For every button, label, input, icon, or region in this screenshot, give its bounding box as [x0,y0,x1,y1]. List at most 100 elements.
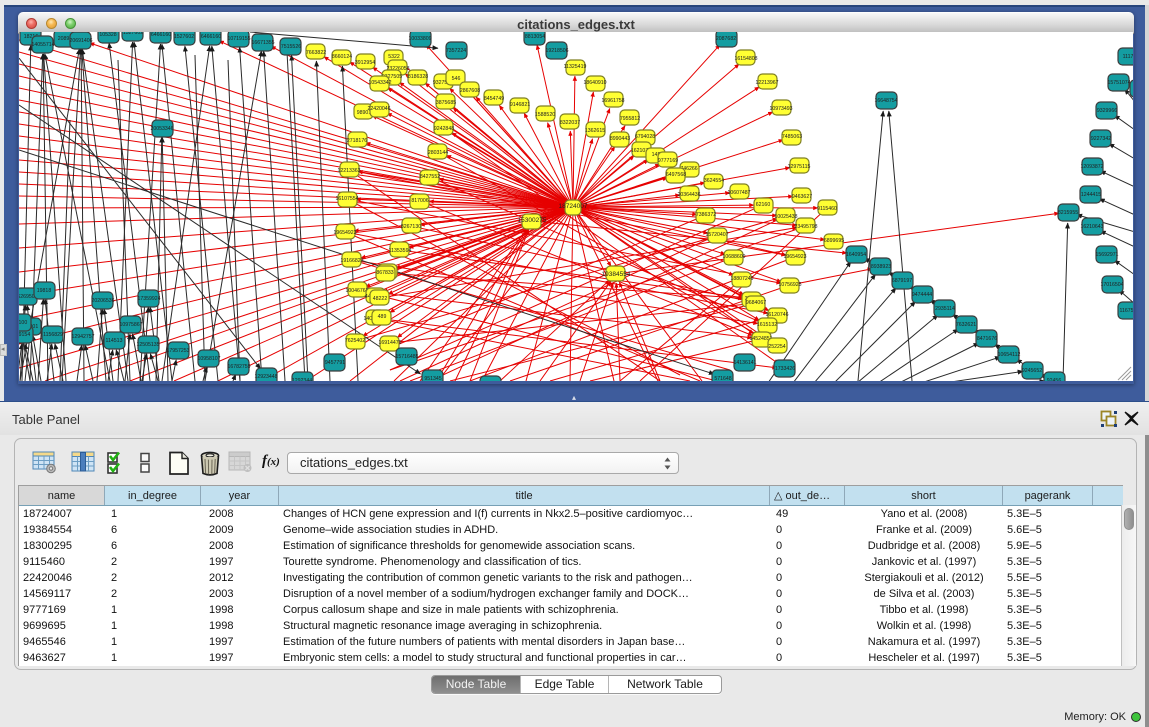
svg-text:1156829: 1156829 [43,332,63,338]
svg-text:9684067: 9684067 [746,300,766,306]
svg-text:8660124: 8660124 [332,54,352,60]
svg-text:16648754: 16648754 [874,98,897,104]
svg-text:19384554: 19384554 [602,271,631,278]
svg-text:1640954: 1640954 [846,252,866,258]
svg-text:10973493: 10973493 [769,106,792,112]
svg-text:7955812: 7955812 [620,116,640,122]
svg-text:10033809: 10033809 [408,36,431,42]
svg-text:9329966: 9329966 [1097,108,1117,114]
svg-text:9463627: 9463627 [792,194,812,200]
svg-text:15751074: 15751074 [1107,80,1130,86]
svg-text:6466160: 6466160 [151,32,171,38]
svg-text:19166827: 19166827 [340,258,363,264]
svg-text:10025438: 10025438 [774,214,797,220]
svg-text:7515526: 7515526 [281,44,301,50]
svg-text:546: 546 [452,76,461,82]
svg-text:8471676: 8471676 [977,336,997,342]
svg-text:8186328: 8186328 [408,74,428,80]
svg-text:11325419: 11325419 [564,64,587,70]
svg-text:10958107: 10958107 [197,356,220,362]
svg-text:2803144: 2803144 [428,150,448,156]
svg-text:1527602: 1527602 [174,34,194,40]
svg-text:16210643: 16210643 [1080,224,1103,230]
svg-text:571648: 571648 [714,376,731,381]
svg-text:39154: 39154 [19,332,30,338]
svg-text:62160: 62160 [756,202,771,208]
svg-text:8267130: 8267130 [401,224,421,230]
svg-text:6899695: 6899695 [824,238,844,244]
svg-text:20053346: 20053346 [150,126,173,132]
svg-text:9245652: 9245652 [1022,368,1042,374]
svg-text:2867608: 2867608 [460,88,480,94]
svg-text:9457791: 9457791 [325,360,345,366]
svg-text:3875685: 3875685 [436,100,456,106]
svg-text:6497568: 6497568 [666,172,686,178]
svg-text:6466160: 6466160 [201,34,221,40]
svg-text:17957253: 17957253 [166,348,189,354]
svg-text:23495798: 23495798 [794,224,817,230]
svg-text:9242848: 9242848 [434,126,454,132]
svg-text:19654923: 19654923 [333,230,356,236]
svg-text:12093872: 12093872 [1080,164,1103,170]
svg-text:17359924: 17359924 [137,296,160,302]
svg-text:1615132: 1615132 [757,322,777,328]
svg-text:8427552: 8427552 [420,174,440,180]
svg-text:19218506: 19218506 [545,48,568,54]
svg-text:6879197: 6879197 [892,278,912,284]
svg-text:9115460: 9115460 [817,206,837,212]
svg-text:2718176: 2718176 [347,138,367,144]
svg-text:114513: 114513 [106,338,123,344]
svg-text:867833: 867833 [376,270,393,276]
svg-text:12923448: 12923448 [254,374,277,380]
svg-text:7625402: 7625402 [345,338,365,344]
svg-text:5322: 5322 [388,54,400,60]
svg-text:92456: 92456 [1047,378,1062,381]
svg-text:12942757: 12942757 [71,334,94,340]
svg-text:8454749: 8454749 [484,96,504,102]
svg-text:10719155: 10719155 [227,36,250,42]
svg-text:1588520: 1588520 [535,112,555,118]
svg-text:14136141: 14136141 [733,360,756,366]
svg-text:10975867: 10975867 [119,322,142,328]
svg-text:252254: 252254 [768,344,785,350]
svg-text:10756928: 10756928 [778,282,801,288]
svg-text:951345: 951345 [424,376,441,381]
svg-text:3912954: 3912954 [355,60,375,66]
svg-text:20691406: 20691406 [69,38,92,44]
svg-text:22420046: 22420046 [367,106,390,112]
svg-text:12975115: 12975115 [788,164,811,170]
svg-text:1244415: 1244415 [1081,192,1101,198]
svg-text:1117: 1117 [1123,54,1133,60]
svg-text:20206536: 20206536 [91,298,114,304]
svg-text:75100: 75100 [19,320,27,326]
svg-text:16154808: 16154808 [734,56,757,62]
svg-text:10543342: 10543342 [368,80,391,86]
svg-text:18724007: 18724007 [559,203,588,210]
svg-text:9146821: 9146821 [510,102,530,108]
svg-text:2087682: 2087682 [716,36,736,42]
svg-text:7632621: 7632621 [956,322,976,328]
svg-text:19654923: 19654923 [783,254,806,260]
svg-text:19818: 19818 [37,288,52,294]
svg-text:9777169: 9777169 [658,158,678,164]
svg-text:7357224: 7357224 [446,48,466,54]
svg-text:489: 489 [378,314,387,320]
svg-text:8813054: 8813054 [525,34,545,40]
svg-text:20364436: 20364436 [677,192,700,198]
svg-text:15692971: 15692971 [1095,252,1118,258]
svg-text:10607487: 10607487 [727,190,750,196]
svg-text:7386372: 7386372 [696,212,716,218]
svg-text:7663822: 7663822 [306,50,326,56]
svg-text:16782759: 16782759 [227,364,250,370]
svg-text:1527602: 1527602 [123,32,143,36]
svg-text:9474444: 9474444 [912,292,932,298]
svg-text:12213967: 12213967 [755,80,778,86]
svg-text:1292344: 1292344 [292,378,312,381]
svg-text:15716485: 15716485 [395,354,418,360]
svg-text:10654112: 10654112 [998,352,1021,358]
svg-text:18807249: 18807249 [730,276,753,282]
svg-text:10688609: 10688609 [722,254,745,260]
svg-text:16961758: 16961758 [601,98,624,104]
svg-text:18640910: 18640910 [583,80,606,86]
svg-text:3624554: 3624554 [704,178,724,184]
